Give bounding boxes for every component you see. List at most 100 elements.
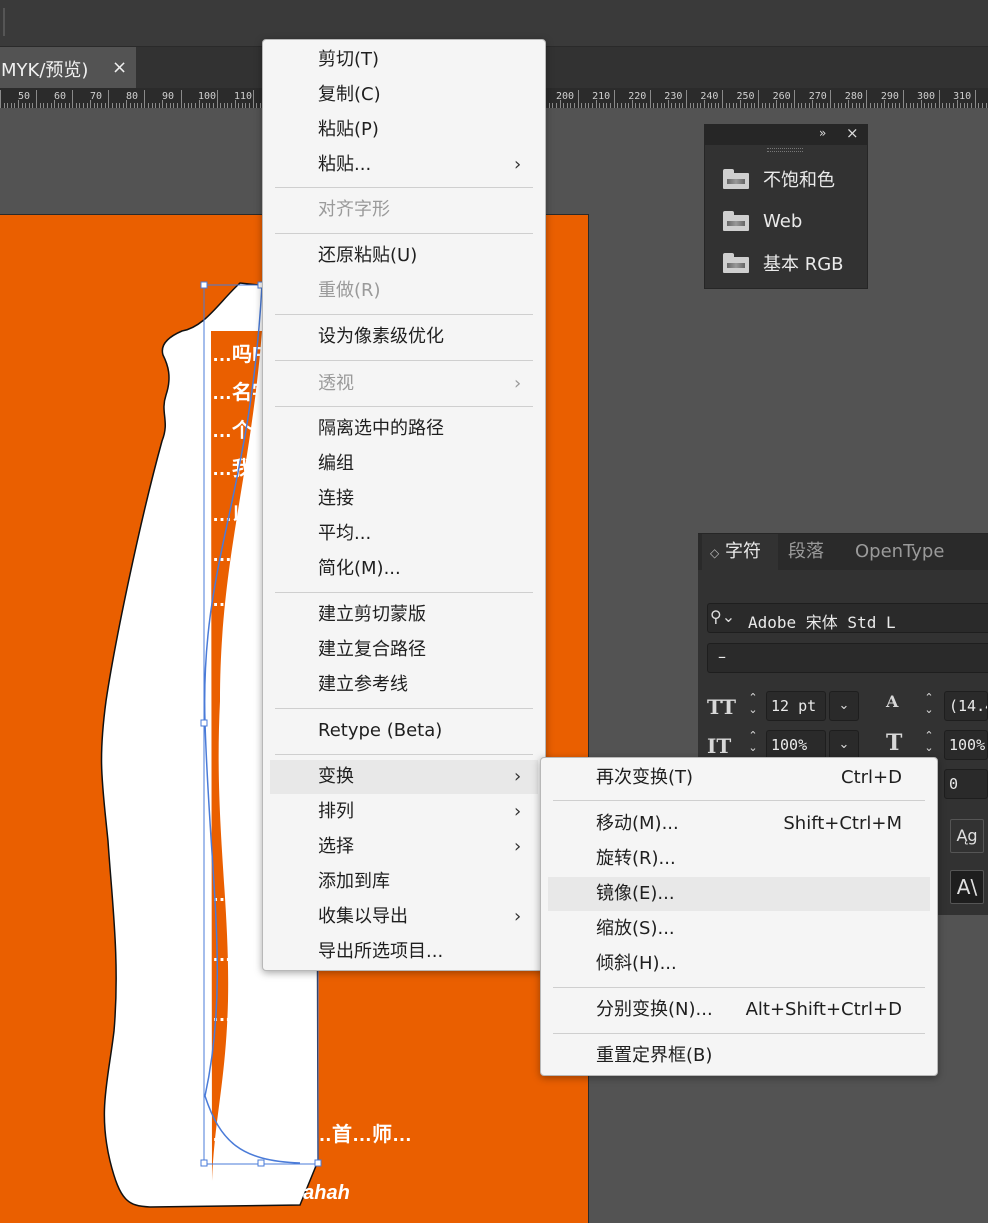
menu-item-export-selection[interactable]: 导出所选项目...	[270, 935, 538, 969]
menu-item-paste[interactable]: 粘贴(P)	[270, 113, 538, 147]
menu-separator	[275, 187, 533, 188]
menu-separator	[275, 754, 533, 755]
ruler-tick	[18, 100, 20, 108]
menu-item-add-to-library[interactable]: 添加到库	[270, 865, 538, 899]
swatch-library-item[interactable]: Web	[723, 207, 802, 235]
tab-character[interactable]: ◇ 字符	[702, 534, 778, 570]
ruler-tick	[794, 90, 796, 108]
submenu-item-transform-each[interactable]: 分别变换(N)... Alt+Shift+Ctrl+D	[548, 993, 930, 1027]
ruler-tick	[649, 90, 651, 108]
ruler-tick	[216, 90, 218, 108]
tab-paragraph[interactable]: 段落	[788, 534, 824, 570]
menu-item-isolate-path[interactable]: 隔离选中的路径	[270, 412, 538, 446]
menu-separator	[275, 314, 533, 315]
leading-stepper[interactable]: ⌃ ⌄	[918, 692, 940, 722]
panel-grip[interactable]	[767, 148, 803, 152]
swatch-library-name: 不饱和色	[763, 170, 835, 191]
submenu-item-move[interactable]: 移动(M)... Shift+Ctrl+M	[548, 807, 930, 841]
menu-separator	[275, 708, 533, 709]
menu-item-undo-paste[interactable]: 还原粘贴(U)	[270, 239, 538, 273]
ruler-tick	[36, 90, 38, 108]
collapse-icon[interactable]: »	[819, 126, 826, 140]
menu-item-transform[interactable]: 变换 ›	[270, 760, 538, 794]
close-icon[interactable]: ×	[846, 124, 859, 142]
menu-item-retype[interactable]: Retype (Beta)	[270, 714, 538, 748]
swatch-library-item[interactable]: 不饱和色	[723, 165, 835, 193]
toolbar-grip[interactable]	[3, 8, 5, 36]
ruler-tick	[974, 90, 976, 108]
swatch-libraries-panel: » × 不饱和色 Web 基本 RGB	[704, 124, 868, 289]
font-style-field[interactable]: –	[707, 643, 988, 673]
menu-item-group[interactable]: 编组	[270, 447, 538, 481]
swatch-library-name: Web	[763, 210, 803, 232]
menu-separator	[275, 406, 533, 407]
selection-handle	[257, 1159, 265, 1167]
menu-item-simplify[interactable]: 简化(M)...	[270, 552, 538, 586]
menu-separator	[275, 360, 533, 361]
tracking-input[interactable]: 0	[944, 769, 988, 799]
ruler-tick	[72, 90, 74, 108]
ruler-label: 60	[54, 91, 67, 102]
submenu-item-transform-again[interactable]: 再次变换(T) Ctrl+D	[548, 761, 930, 795]
selection-handle	[200, 281, 208, 289]
submenu-item-reset-bounding-box[interactable]: 重置定界框(B)	[548, 1039, 930, 1073]
panel-header: » ×	[705, 124, 867, 145]
search-icon: ⚲⌄	[710, 607, 736, 626]
ruler-tick	[198, 100, 200, 108]
chevron-right-icon: ›	[514, 154, 522, 175]
ruler-tick	[848, 100, 850, 108]
chevron-right-icon: ›	[514, 836, 522, 857]
menu-item-join[interactable]: 连接	[270, 482, 538, 516]
ruler-tick	[776, 100, 778, 108]
vertical-scale-dropdown[interactable]: ⌄	[829, 730, 859, 760]
menu-item-paste-special[interactable]: 粘贴... ›	[270, 148, 538, 182]
vertical-scale-stepper[interactable]: ⌃ ⌄	[742, 730, 764, 760]
menu-item-make-clipping-mask[interactable]: 建立剪切蒙版	[270, 598, 538, 632]
menu-item-average[interactable]: 平均...	[270, 517, 538, 551]
expand-icon: ◇	[710, 546, 720, 560]
glyph-style-icon[interactable]: A\	[950, 870, 984, 904]
ruler-tick	[812, 100, 814, 108]
menu-item-make-compound-path[interactable]: 建立复合路径	[270, 633, 538, 667]
ruler-tick	[758, 90, 760, 108]
font-size-stepper[interactable]: ⌃ ⌄	[742, 692, 764, 722]
ruler-tick	[866, 90, 868, 108]
swatch-library-item[interactable]: 基本 RGB	[723, 249, 844, 277]
selection-handle	[314, 1159, 322, 1167]
tab-opentype[interactable]: OpenType	[855, 534, 944, 570]
submenu-item-scale[interactable]: 缩放(S)...	[548, 912, 930, 946]
horizontal-scale-stepper[interactable]: ⌃ ⌄	[918, 730, 940, 760]
ruler-tick	[108, 90, 110, 108]
menu-item-cut[interactable]: 剪切(T)	[270, 43, 538, 77]
horizontal-scale-icon: T	[886, 730, 903, 756]
menu-item-pixel-optimize[interactable]: 设为像素级优化	[270, 320, 538, 354]
font-family-field[interactable]: ⚲⌄ Adobe 宋体 Std L	[707, 603, 988, 633]
selection-handle	[200, 1159, 208, 1167]
ruler-label: 100	[198, 91, 217, 102]
menu-item-arrange[interactable]: 排列 ›	[270, 795, 538, 829]
menu-item-select[interactable]: 选择 ›	[270, 830, 538, 864]
ruler-tick	[884, 100, 886, 108]
close-icon[interactable]: ×	[112, 57, 127, 78]
horizontal-scale-input[interactable]: 100%	[944, 730, 988, 760]
menu-item-collect-for-export[interactable]: 收集以导出 ›	[270, 900, 538, 934]
leading-input[interactable]: (14.4	[944, 691, 988, 721]
menu-item-align-glyph: 对齐字形	[318, 199, 390, 220]
menu-item-make-guides[interactable]: 建立参考线	[270, 668, 538, 702]
menu-item-redo: 重做(R)	[318, 280, 381, 301]
document-tab[interactable]: MYK/预览) ×	[0, 47, 136, 89]
submenu-item-shear[interactable]: 倾斜(H)...	[548, 947, 930, 981]
font-size-dropdown[interactable]: ⌄	[829, 691, 859, 721]
ruler-tick	[0, 90, 1, 108]
ruler-tick	[180, 90, 182, 108]
vertical-scale-input[interactable]: 100%	[766, 730, 826, 760]
transform-submenu: 再次变换(T) Ctrl+D 移动(M)... Shift+Ctrl+M 旋转(R)…	[540, 757, 938, 1076]
menu-item-copy[interactable]: 复制(C)	[270, 78, 538, 112]
submenu-item-reflect[interactable]: 镜像(E)...	[548, 877, 930, 911]
glyph-settings-icon[interactable]: Ąg	[950, 819, 984, 853]
panel-tabs: ◇ 字符 段落 OpenType	[698, 534, 988, 570]
submenu-item-rotate[interactable]: 旋转(R)...	[548, 842, 930, 876]
ruler-label: 90	[162, 91, 175, 102]
vertical-scale-icon: IT	[707, 734, 732, 758]
font-size-input[interactable]: 12 pt	[766, 691, 826, 721]
